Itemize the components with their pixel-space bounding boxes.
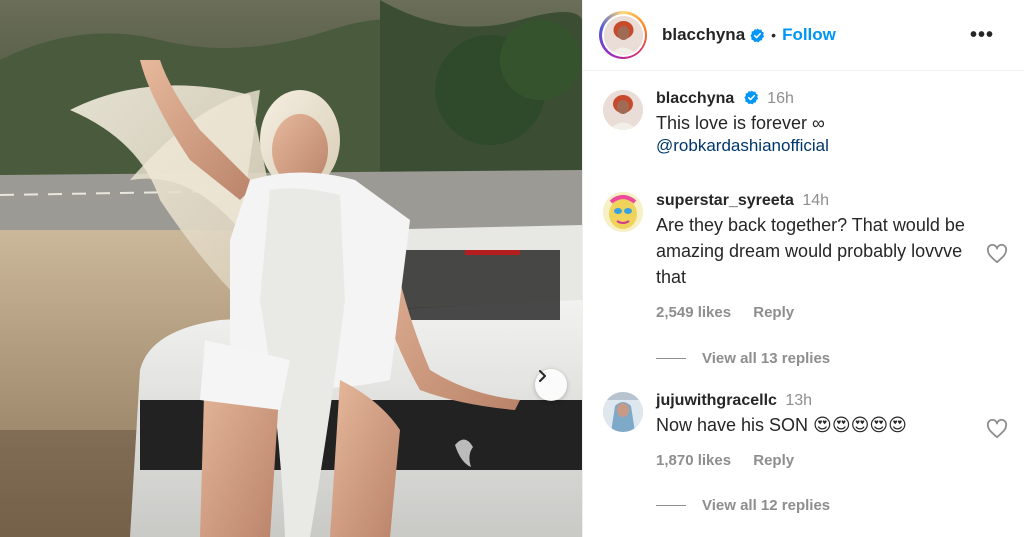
- verified-badge-icon: [744, 90, 758, 105]
- comment-likes[interactable]: 1,870 likes: [656, 452, 731, 469]
- mention-link[interactable]: @robkardashianofficial: [656, 136, 829, 155]
- comment-item: superstar_syreeta 14h Are they back toge…: [603, 192, 1008, 321]
- author-avatar-image: [603, 15, 643, 55]
- separator-dot: •: [771, 27, 777, 43]
- like-comment-heart-icon[interactable]: [986, 244, 1008, 264]
- next-photo-button[interactable]: [535, 369, 567, 401]
- caption-avatar-image: [603, 90, 643, 130]
- view-replies-label: View all 13 replies: [702, 350, 831, 367]
- avatar[interactable]: [603, 392, 643, 432]
- view-replies-button[interactable]: View all 12 replies: [656, 497, 830, 514]
- comment-item: jujuwithgracellc 13h Now have his SON 😍😍…: [603, 392, 1008, 469]
- caption-text: This love is forever ∞: [656, 113, 825, 133]
- comment-likes[interactable]: 2,549 likes: [656, 304, 731, 321]
- view-replies-button[interactable]: View all 13 replies: [656, 350, 830, 367]
- replies-divider-line: [656, 505, 686, 506]
- caption-username[interactable]: blacchyna: [656, 90, 734, 107]
- chevron-right-icon: [539, 370, 546, 382]
- reply-button[interactable]: Reply: [753, 452, 794, 469]
- replies-divider-line: [656, 358, 686, 359]
- like-comment-heart-icon[interactable]: [986, 419, 1008, 439]
- post-side-panel: blacchyna • Follow ••• blacchyna 16h Thi…: [582, 0, 1024, 537]
- comment-avatar-image: [603, 392, 643, 432]
- caption-time: 16h: [767, 90, 794, 107]
- comment-username[interactable]: jujuwithgracellc: [656, 392, 777, 409]
- more-options-icon[interactable]: •••: [970, 24, 1008, 47]
- comment-text: Are they back together? That would be am…: [656, 215, 965, 287]
- avatar[interactable]: [603, 90, 643, 130]
- avatar[interactable]: [603, 192, 643, 232]
- caption-mention: @robkardashianofficial: [656, 136, 1008, 156]
- comment-time: 13h: [785, 392, 813, 409]
- reply-button[interactable]: Reply: [753, 304, 794, 321]
- comment-username[interactable]: superstar_syreeta: [656, 192, 794, 209]
- comment-time: 14h: [802, 192, 830, 209]
- author-avatar-story-ring[interactable]: [599, 11, 647, 59]
- author-username[interactable]: blacchyna: [662, 25, 745, 45]
- post-header: blacchyna • Follow •••: [583, 0, 1024, 71]
- comment-text: Now have his SON 😍😍😍😍😍: [656, 415, 907, 435]
- follow-button[interactable]: Follow: [782, 25, 836, 45]
- view-replies-label: View all 12 replies: [702, 497, 831, 514]
- avatar: [603, 15, 643, 55]
- comment-avatar-image: [603, 192, 643, 232]
- photo-illustration: [0, 0, 582, 537]
- verified-badge-icon: [750, 27, 765, 42]
- post-photo: [0, 0, 582, 537]
- caption: blacchyna 16h This love is forever ∞ @ro…: [603, 90, 1008, 156]
